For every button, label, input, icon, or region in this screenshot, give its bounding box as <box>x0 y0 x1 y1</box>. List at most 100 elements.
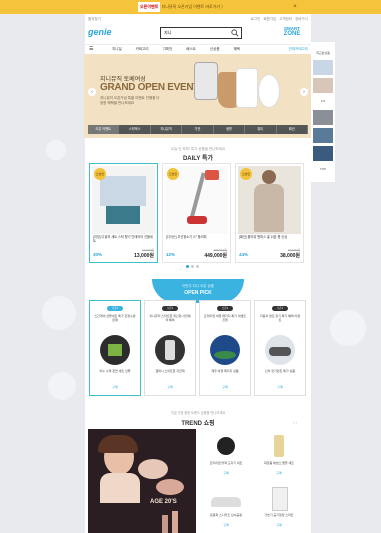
top-banner-text[interactable]: 오픈이벤트 지니뮤직 오픈기념 이벤트 바로가기 〉 <box>138 2 236 12</box>
pick-card[interactable]: 오픈2 지니뮤직 스마트폰 최신형 사전예약 혜택 갤럭시 스마트폰 자급제 구… <box>144 300 196 396</box>
pick-name: 갤럭시 스마트폰 자급제 <box>155 369 185 373</box>
hero-next-icon[interactable]: › <box>300 88 308 96</box>
bg-circle <box>42 296 76 330</box>
pick-card[interactable]: 오픈1 스킨케어 선물세트 특가 한정수량 판매 비누 수제 천연 세트 선물 … <box>89 300 141 396</box>
pick-image <box>155 335 185 365</box>
pick-action[interactable]: 구매 <box>255 385 305 389</box>
trend-card-image <box>260 485 298 511</box>
trend-card[interactable]: 가습기 공기청정 스마트 구매 <box>254 481 304 531</box>
hero-tab[interactable]: 지니뮤직 <box>150 125 183 134</box>
recent-thumb[interactable] <box>313 60 333 75</box>
hero-line2: GRAND OPEN EVENT <box>100 82 200 93</box>
deal-badge: 오늘만 <box>167 168 179 180</box>
page-dot[interactable] <box>186 265 189 268</box>
search-icon[interactable] <box>231 29 239 37</box>
hero-prev-icon[interactable]: ‹ <box>88 88 96 96</box>
deal-card[interactable]: 오늘만 [리빙] 디퓨저 세트 스틱 향기 인테리어 선물세트 19,000원 … <box>89 163 158 263</box>
support-link[interactable]: 고객센터 <box>279 17 292 22</box>
menu-icon[interactable]: ☰ <box>89 46 93 52</box>
trend-card-text: 운동화 스니커즈 남녀공용 <box>209 513 243 517</box>
pick-action[interactable]: 구매 <box>200 385 250 389</box>
nav-item-new[interactable]: 신상품 <box>210 47 220 52</box>
pick-name: 제주 여행 패키지 상품 <box>211 369 239 373</box>
trend-card-text: 가습기 공기청정 스마트 <box>264 513 294 517</box>
page-dot[interactable] <box>196 265 199 268</box>
login-link[interactable]: 로그인 <box>251 17 261 22</box>
trend-subtitle: 지금 가장 핫한 트렌드 상품을 만나보세요 <box>170 411 226 415</box>
deal-price: 449,000원 <box>204 253 227 259</box>
nav-item-best[interactable]: 베스트 <box>186 47 196 52</box>
site-logo[interactable]: genie <box>88 27 112 37</box>
nav-item-category[interactable]: 카테고리 <box>136 47 149 52</box>
recent-items-label: 최근본상품 <box>316 51 330 55</box>
recent-thumb[interactable] <box>313 110 333 125</box>
close-icon[interactable]: × <box>290 2 300 12</box>
all-category-link[interactable]: 전체카테고리 <box>289 47 308 52</box>
hero-product-image <box>194 62 218 100</box>
pick-tag: 오픈1 <box>107 306 123 311</box>
nav-item-plan[interactable]: 기획전 <box>163 47 173 52</box>
pick-image <box>210 335 240 365</box>
deal-discount: 30% <box>93 252 103 257</box>
smart-zone-logo[interactable]: SMART ZONE <box>278 26 306 40</box>
pick-card[interactable]: 오픈3 프리미엄 여행 패키지 특가 이벤트 진행 제주 여행 패키지 상품 구… <box>199 300 251 396</box>
deal-name: [패션] 플라워 원피스 롱 쉬폰 봄 신상 <box>239 235 288 239</box>
nav-item-deal[interactable]: 지니딜 <box>112 47 122 52</box>
search-box[interactable] <box>160 27 242 39</box>
signup-link[interactable]: 회원가입 <box>263 17 276 22</box>
pick-desc: 자동차 렌트 장기 특가 혜택 이벤트 <box>259 314 301 322</box>
recent-thumb[interactable] <box>313 128 333 143</box>
pick-desc: 스킨케어 선물세트 특가 한정수량 판매 <box>94 314 136 322</box>
top-button[interactable]: TOP <box>311 166 335 172</box>
search-input[interactable] <box>164 29 224 36</box>
pick-action[interactable]: 구매 <box>90 385 140 389</box>
daily-pagination <box>186 265 199 268</box>
page-dot[interactable] <box>191 265 194 268</box>
page: 오픈이벤트 지니뮤직 오픈기념 이벤트 바로가기 〉 × 즐겨찾기 로그인 회원… <box>0 0 381 533</box>
trend-card[interactable]: 프리미엄 블랙 도자기 세트 구매 <box>201 429 251 479</box>
pick-name: 비누 수제 천연 세트 선물 <box>99 369 131 373</box>
deal-price: 13,000원 <box>134 253 154 259</box>
hero-tab[interactable]: 오픈 이벤트 <box>88 125 120 134</box>
pick-card[interactable]: 오픈4 자동차 렌트 장기 특가 혜택 이벤트 신차 장기렌트 특가 상품 구매 <box>254 300 306 396</box>
deal-card[interactable]: 오늘만 [패션] 플라워 원피스 롱 쉬폰 봄 신상 69,000원 44% 3… <box>235 163 304 263</box>
header: genie SMART ZONE <box>84 24 312 44</box>
trend-card-action[interactable]: 구매 <box>254 471 304 475</box>
recent-thumb[interactable] <box>313 146 333 161</box>
pick-desc: 지니뮤직 스마트폰 최신형 사전예약 혜택 <box>149 314 191 322</box>
trend-title: TREND 쇼핑 <box>181 421 215 427</box>
hero-tab[interactable]: 생활 <box>213 125 246 134</box>
pick-action[interactable]: 구매 <box>145 385 195 389</box>
hero-tab[interactable]: 가전 <box>182 125 214 134</box>
trend-card[interactable]: 화장품 에센스 앰플 세트 구매 <box>254 429 304 479</box>
trend-card-action[interactable]: 구매 <box>201 523 251 527</box>
hero-product-image <box>258 74 280 108</box>
hero-tab[interactable]: 뷰티 <box>245 125 277 134</box>
cart-link[interactable]: 장바구니 <box>295 17 308 22</box>
recent-page-label: 1/3 <box>320 99 326 103</box>
deal-card[interactable]: 오늘만 [다이슨] 무선청소기 V7 플러피 499,000원 12% 449,… <box>162 163 231 263</box>
pick-tag: 오픈3 <box>217 306 233 311</box>
trend-main-banner[interactable]: AGE 20'S <box>88 429 196 533</box>
trend-card[interactable]: 운동화 스니커즈 남녀공용 구매 <box>201 481 251 531</box>
top-banner[interactable]: 오픈이벤트 지니뮤직 오픈기념 이벤트 바로가기 〉 × <box>0 0 381 14</box>
open-pick-subtitle: 이번주 지니 오픈 상품 <box>182 284 214 288</box>
trend-card-text: 화장품 에센스 앰플 세트 <box>263 461 295 465</box>
deal-discount: 44% <box>239 252 249 257</box>
deal-name: [리빙] 디퓨저 세트 스틱 향기 인테리어 선물세트 <box>93 235 153 243</box>
bg-circle <box>46 140 66 160</box>
bookmark-link[interactable]: 즐겨찾기 <box>88 17 101 22</box>
open-pick-title: OPEN PICK <box>184 290 212 296</box>
deal-badge: 오늘만 <box>94 168 106 180</box>
pick-image <box>265 335 295 365</box>
hero-tab[interactable]: 패션 <box>276 125 308 134</box>
trend-card-action[interactable]: 구매 <box>201 471 251 475</box>
trend-card-action[interactable]: 구매 <box>254 523 304 527</box>
hero-line3: 지니뮤직 오픈기념 특별 이벤트 진행중 다양한 혜택을 만나보세요 <box>100 96 160 105</box>
hero-tab[interactable]: 스타벅스 <box>119 125 151 134</box>
trend-nav-arrows[interactable]: ‹ › <box>293 420 297 425</box>
nav-item-benefit[interactable]: 혜택 <box>234 47 240 52</box>
daily-title: DAILY 특가 <box>182 156 214 162</box>
trend-card-text: 프리미엄 블랙 도자기 세트 <box>209 461 243 465</box>
recent-thumb[interactable] <box>313 78 333 93</box>
